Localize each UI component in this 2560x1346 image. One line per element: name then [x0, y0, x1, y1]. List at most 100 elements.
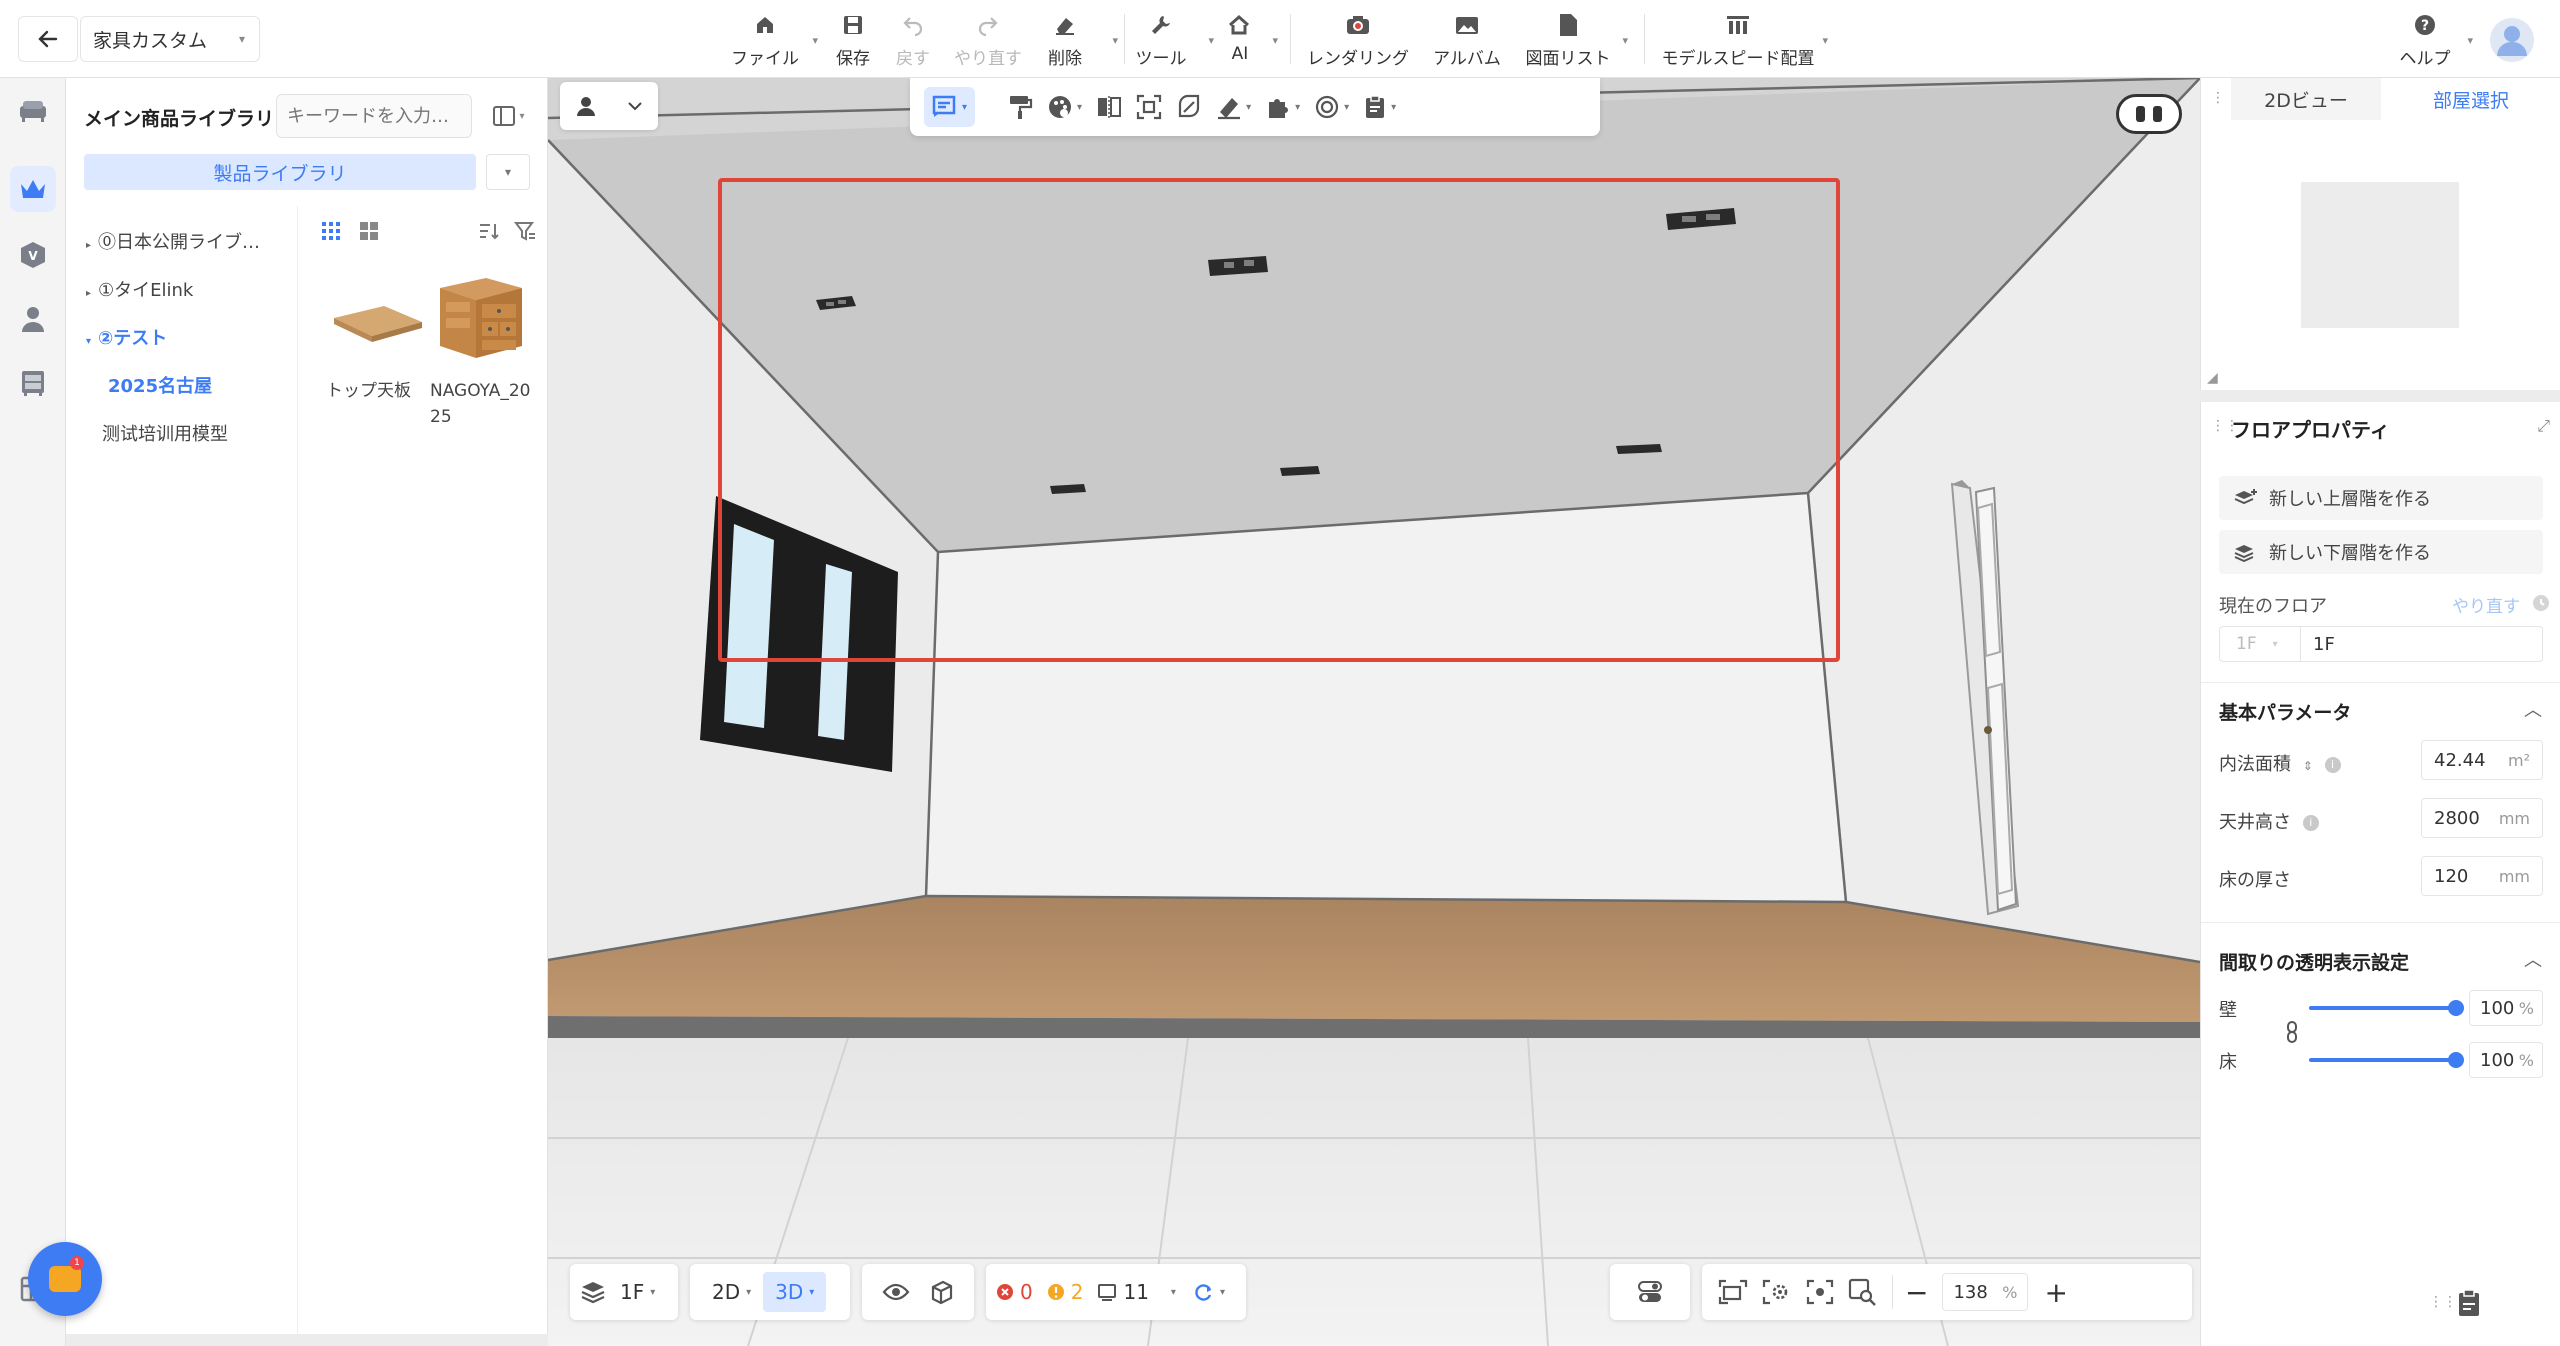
edit-surface-button[interactable] — [1176, 87, 1202, 127]
focus-button[interactable] — [1136, 87, 1162, 127]
tree-item-2025-nagoya[interactable]: 2025名古屋 — [108, 372, 212, 398]
floorplan-minimap[interactable] — [2301, 182, 2459, 328]
zoom-input[interactable]: 138 % — [1942, 1273, 2029, 1311]
link-icon[interactable] — [2285, 1020, 2299, 1044]
display-options — [862, 1264, 974, 1320]
filter-icon[interactable] — [512, 218, 538, 244]
chevron-down-icon: ▾ — [812, 34, 818, 47]
panel-layout-button[interactable]: ▾ — [484, 96, 534, 136]
chat-support-button[interactable]: 1 — [28, 1242, 102, 1316]
redo-label: やり直す — [954, 49, 1022, 69]
chevron-up-icon[interactable]: ︿ — [2524, 696, 2542, 722]
floor-label: 床 — [2219, 1052, 2237, 1073]
grid-small-icon[interactable] — [318, 218, 344, 244]
mirror-button[interactable] — [1096, 87, 1122, 127]
tab-room-select[interactable]: 部屋選択 — [2381, 78, 2560, 120]
selection-tool-button[interactable]: ▾ — [924, 87, 976, 127]
product-card[interactable]: NAGOYA_2025 — [430, 266, 534, 430]
back-button[interactable] — [18, 16, 78, 62]
chevron-down-icon: ▾ — [1822, 34, 1828, 47]
ceiling-height-label: 天井高さ i — [2219, 808, 2319, 834]
undo-button[interactable]: 戻す — [880, 8, 946, 70]
product-card[interactable]: トップ天板 — [326, 266, 430, 404]
ai-button[interactable]: AI ▾ — [1220, 8, 1278, 70]
user-avatar[interactable] — [2490, 18, 2534, 62]
tree-item-japan-public[interactable]: ▸ ⓪日本公開ライブ… — [86, 228, 260, 254]
rail-crown-icon[interactable] — [10, 166, 56, 212]
create-upper-floor-button[interactable]: 新しい上層階を作る — [2219, 476, 2543, 520]
wall-opacity-slider[interactable] — [2309, 1000, 2464, 1016]
paint-roller-button[interactable] — [1007, 87, 1033, 127]
camera-mode-control[interactable] — [560, 82, 658, 130]
tab-2d-view[interactable]: 2Dビュー — [2231, 78, 2381, 120]
expand-icon[interactable]: ⤢ — [2537, 416, 2550, 436]
product-library-tab[interactable]: 製品ライブラリ — [84, 154, 476, 190]
project-name-select[interactable]: 家具カスタム ▾ — [80, 16, 260, 62]
rendering-button[interactable]: レンダリング — [1306, 8, 1410, 70]
zoom-in-button[interactable]: + — [2044, 1276, 2067, 1309]
tools-button[interactable]: ツール ▾ — [1126, 8, 1214, 70]
create-lower-floor-button[interactable]: 新しい下層階を作る — [2219, 530, 2543, 574]
basic-params-title: 基本パラメータ — [2219, 702, 2352, 724]
zoom-search-icon[interactable] — [1848, 1278, 1878, 1306]
sort-icon[interactable] — [476, 218, 502, 244]
material-button[interactable]: ▾ — [1047, 87, 1082, 127]
tree-item-test[interactable]: ▾ ②テスト — [86, 324, 167, 350]
grid-large-icon[interactable] — [356, 218, 382, 244]
floor-selector[interactable]: 1F ▾ — [570, 1264, 678, 1320]
image-icon — [1450, 8, 1484, 42]
mode-3d-button[interactable]: 3D ▾ — [763, 1272, 827, 1312]
issue-status-bar[interactable]: 0 2 11 ▾ ▾ — [986, 1264, 1246, 1320]
inner-area-input[interactable]: 42.44 m² — [2421, 740, 2543, 780]
focus-center-icon[interactable] — [1806, 1279, 1834, 1305]
ceiling-height-input[interactable]: 2800 mm — [2421, 798, 2543, 838]
product-name: NAGOYA_2025 — [430, 381, 531, 427]
help-label: ヘルプ — [2399, 49, 2451, 69]
plugin-button[interactable]: ▾ — [1265, 87, 1300, 127]
resize-handle-icon[interactable]: ◢ — [2207, 370, 2218, 386]
rail-user-icon[interactable] — [10, 296, 56, 342]
chevron-up-icon[interactable]: ︿ — [2524, 946, 2542, 972]
view-settings-icon[interactable] — [1762, 1279, 1792, 1305]
sort-toggle-icon[interactable]: ⇕ — [2303, 759, 2313, 773]
category-tree: ▸ ⓪日本公開ライブ… ▸ ①タイElink ▾ ②テスト 2025名古屋 测试培训用… — [66, 206, 298, 1334]
fit-view-icon[interactable] — [1718, 1279, 1748, 1305]
tree-item-training-models[interactable]: 测试培训用模型 — [102, 420, 228, 446]
3d-viewport[interactable]: ▾ ▾ ▾ ▾ ▾ ▾ 1F ▾ 2D ▾ 3D ▾ 0 2 11 ▾ ▾ − … — [548, 78, 2200, 1346]
delete-button[interactable]: 削除 ▾ — [1030, 8, 1118, 70]
floor-name-input[interactable]: 1F — [2301, 626, 2543, 662]
help-button[interactable]: ? ヘルプ ▾ — [2395, 8, 2473, 70]
file-label: ファイル — [731, 49, 799, 69]
eye-icon[interactable] — [882, 1281, 910, 1303]
library-dropdown-button[interactable]: ▾ — [486, 154, 530, 190]
zoom-out-button[interactable]: − — [1905, 1276, 1928, 1309]
measure-button[interactable]: ▾ — [1216, 87, 1251, 127]
floor-opacity-input[interactable]: 100 % — [2469, 1042, 2543, 1078]
library-search-input[interactable] — [276, 94, 472, 138]
layer-button[interactable]: ▾ — [1314, 87, 1349, 127]
drag-handle-icon[interactable]: ⋮⋮ — [2429, 1294, 2457, 1310]
floor-opacity-slider[interactable] — [2309, 1052, 2464, 1068]
tree-item-thai-elink[interactable]: ▸ ①タイElink — [86, 276, 193, 302]
album-button[interactable]: アルバム — [1432, 8, 1502, 70]
clipboard-button[interactable]: ▾ — [1363, 87, 1396, 127]
redo-link[interactable]: やり直す — [2452, 592, 2520, 617]
cube-icon[interactable] — [929, 1279, 955, 1305]
chevron-down-icon: ▾ — [1170, 1286, 1176, 1298]
rail-cabinet-icon[interactable] — [10, 360, 56, 406]
palette-icon — [1049, 96, 1072, 118]
rail-vip-icon[interactable]: V — [10, 232, 56, 278]
wall-opacity-input[interactable]: 100 % — [2469, 990, 2543, 1026]
rail-sofa-icon[interactable] — [10, 88, 56, 134]
mode-2d-button[interactable]: 2D ▾ — [700, 1272, 763, 1312]
floor-thickness-input[interactable]: 120 mm — [2421, 856, 2543, 896]
floor-select[interactable]: 1F ▾ — [2219, 626, 2301, 662]
settings-toggle[interactable] — [1610, 1264, 1690, 1320]
redo-button[interactable]: やり直す — [950, 8, 1026, 70]
save-button[interactable]: 保存 — [820, 8, 886, 70]
vr-view-toggle[interactable] — [2116, 94, 2182, 134]
clipboard-icon[interactable] — [2455, 1288, 2483, 1318]
model-speed-button[interactable]: モデルスピード配置 ▾ — [1662, 8, 1828, 70]
file-button[interactable]: ファイル ▾ — [730, 8, 818, 70]
drawing-list-button[interactable]: 図面リスト ▾ — [1526, 8, 1628, 70]
